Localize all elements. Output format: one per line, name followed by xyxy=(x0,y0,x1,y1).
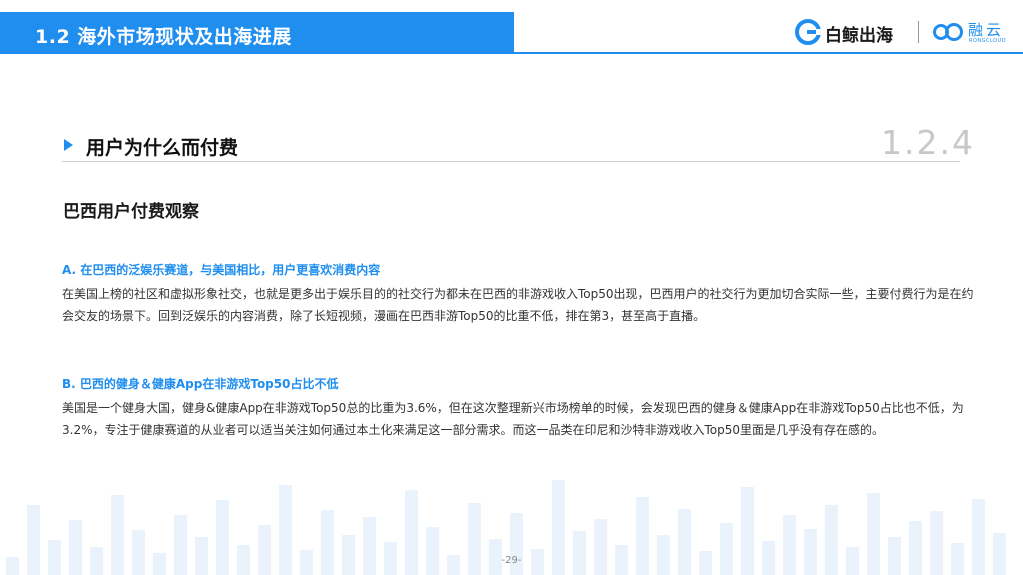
section-number: 1.2.4 xyxy=(881,123,975,162)
partner-subname: RONGCLOUD xyxy=(969,38,1007,44)
page-number: -29- xyxy=(501,555,522,566)
decorative-bar xyxy=(573,531,586,575)
decorative-bar xyxy=(783,515,796,575)
brand-name: 白鲸出海 xyxy=(825,26,893,46)
paragraph-heading: A. 在巴西的泛娱乐赛道，与美国相比，用户更喜欢消费内容 xyxy=(62,263,381,277)
brand-logo: 白鲸出海 xyxy=(795,19,905,46)
paragraph-a: A. 在巴西的泛娱乐赛道，与美国相比，用户更喜欢消费内容 在美国上榜的社区和虚拟… xyxy=(62,262,977,327)
decorative-bar xyxy=(993,533,1006,575)
header-title: 1.2 海外市场现状及出海进展 xyxy=(35,26,292,48)
section-arrow-icon xyxy=(64,139,73,151)
paragraph-b: B. 巴西的健身＆健康App在非游戏Top50占比不低 美国是一个健身大国，健身… xyxy=(62,376,977,441)
decorative-bar xyxy=(804,529,817,575)
decorative-bar xyxy=(909,521,922,575)
decorative-bar xyxy=(69,520,82,575)
decorative-bar xyxy=(258,525,271,575)
section-title: 用户为什么而付费 xyxy=(86,137,239,159)
header-rule xyxy=(514,52,1023,54)
whale-logo-icon xyxy=(795,19,821,45)
decorative-bar xyxy=(720,523,733,575)
decorative-bar xyxy=(132,530,145,575)
partner-logo: 融云 RONGCLOUD xyxy=(932,19,1017,47)
logo-divider xyxy=(918,21,919,43)
decorative-bar xyxy=(363,517,376,575)
page-subtitle: 巴西用户付费观察 xyxy=(63,202,199,222)
paragraph-heading: B. 巴西的健身＆健康App在非游戏Top50占比不低 xyxy=(62,377,339,391)
decorative-bar xyxy=(426,527,439,575)
paragraph-body: 美国是一个健身大国，健身&健康App在非游戏Top50总的比重为3.6%，但在这… xyxy=(62,401,964,437)
cloud-logo-icon xyxy=(933,23,963,41)
decorative-bar xyxy=(594,519,607,575)
section-divider xyxy=(62,161,960,162)
paragraph-body: 在美国上榜的社区和虚拟形象社交，也就是更多出于娱乐目的的社交行为都未在巴西的非游… xyxy=(62,287,974,323)
partner-name: 融云 xyxy=(968,21,1005,39)
decorative-bar xyxy=(174,515,187,575)
